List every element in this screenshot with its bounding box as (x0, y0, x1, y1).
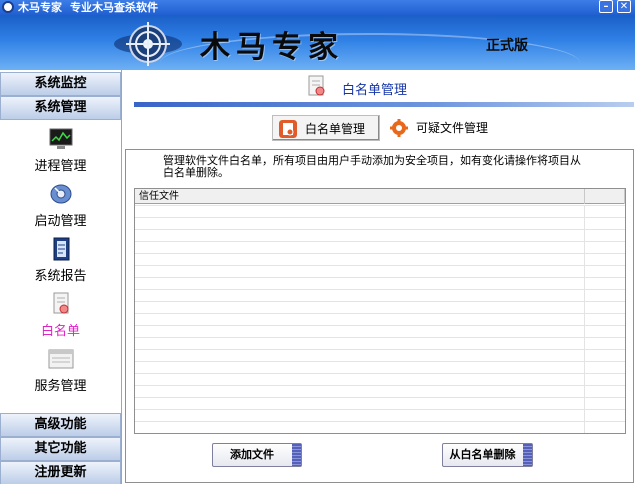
sidebar-item-service[interactable]: 服务管理 (0, 347, 121, 394)
sidebar-section-register[interactable]: 注册更新 (0, 461, 121, 484)
sidebar-item-whitelist[interactable]: 白名单 (0, 292, 121, 339)
sidebar-item-label: 进程管理 (34, 159, 87, 174)
tab-suspicious-files[interactable]: 可疑文件管理 (384, 115, 494, 141)
gear-icon (390, 119, 408, 137)
sidebar-item-label: 服务管理 (34, 379, 87, 394)
app-name: 木马专家 (18, 1, 62, 14)
page-title: 白名单管理 (342, 83, 408, 98)
button-label: 从白名单删除 (449, 448, 516, 461)
sidebar-section-advanced[interactable]: 高级功能 (0, 413, 121, 437)
sidebar-item-process[interactable]: 进程管理 (0, 127, 121, 174)
app-shield-icon (2, 1, 14, 13)
button-grip (523, 444, 532, 466)
add-file-button[interactable]: 添加文件 (212, 443, 302, 467)
list-header: 信任文件 (135, 189, 625, 204)
app-banner: 木马专家 正式版 (0, 15, 635, 70)
sidebar-section-other[interactable]: 其它功能 (0, 437, 121, 461)
tab-label: 可疑文件管理 (416, 121, 489, 135)
close-button[interactable]: ✕ (617, 0, 631, 13)
description-text: 管理软件文件白名单，所有项目由用户手动添加为安全项目，如有变化请操作将项目从白名… (163, 154, 581, 179)
sidebar-item-label: 白名单 (40, 324, 80, 339)
button-label: 添加文件 (230, 448, 274, 461)
sidebar-item-startup[interactable]: 启动管理 (0, 182, 121, 229)
page-header: 白名单管理 (122, 70, 635, 104)
edition-label: 正式版 (486, 38, 528, 54)
whitelist-icon (53, 292, 68, 314)
whitelist-page-icon (308, 75, 325, 96)
sidebar-item-label: 启动管理 (34, 214, 87, 229)
remove-from-whitelist-button[interactable]: 从白名单删除 (442, 443, 533, 467)
trusted-file-list[interactable]: 信任文件 (134, 188, 626, 434)
report-icon (53, 237, 69, 261)
brand-name: 木马专家 (200, 30, 344, 65)
whitelist-tab-icon (279, 120, 297, 138)
app-subtitle: 专业木马查杀软件 (70, 1, 158, 14)
main-panel: 白名单管理 白名单管理 可疑文件管理 管理软件文件白名单，所有项目由用户手动添加… (122, 70, 635, 484)
monitor-icon (49, 128, 72, 149)
whitelist-panel: 管理软件文件白名单，所有项目由用户手动添加为安全项目，如有变化请操作将项目从白名… (125, 149, 634, 483)
disc-icon (50, 184, 71, 204)
header-divider (134, 102, 634, 107)
column-header-extra[interactable] (585, 189, 625, 204)
sidebar-item-report[interactable]: 系统报告 (0, 237, 121, 284)
service-icon (48, 349, 73, 369)
tab-whitelist[interactable]: 白名单管理 (272, 115, 380, 141)
column-header-trusted-file[interactable]: 信任文件 (135, 189, 585, 204)
list-body[interactable] (135, 205, 625, 433)
window-titlebar: 木马专家 专业木马查杀软件 – ✕ (0, 0, 635, 15)
sidebar-section-monitor[interactable]: 系统监控 (0, 72, 121, 96)
window-title: 木马专家 专业木马查杀软件 (18, 0, 158, 15)
crosshair-logo-icon (114, 22, 182, 66)
sidebar: 系统监控 系统管理 进程管理 启动管理 系统报告 白名单 服务管理 高级功能 其… (0, 70, 122, 484)
tab-label: 白名单管理 (305, 122, 366, 136)
button-grip (292, 444, 301, 466)
sidebar-item-label: 系统报告 (34, 269, 87, 284)
minimize-button[interactable]: – (599, 0, 613, 13)
sidebar-section-manage[interactable]: 系统管理 (0, 96, 121, 120)
